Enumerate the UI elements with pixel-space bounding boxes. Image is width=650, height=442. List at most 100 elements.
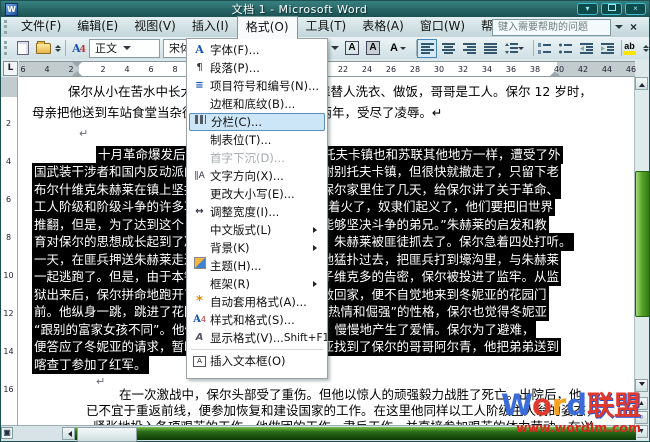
scroll-left-button[interactable]: [62, 427, 75, 440]
ruler-number: 4: [41, 65, 53, 74]
help-search-input[interactable]: 键入需要帮助的问题: [492, 19, 611, 36]
ruler-number: 8: [169, 65, 181, 74]
first-line-indent-marker[interactable]: [72, 62, 82, 67]
format-menu-item[interactable]: 主题(H)...: [189, 257, 325, 275]
chevron-down-icon: [400, 47, 406, 53]
arrow-left-icon: [65, 431, 72, 437]
ruler-number: 34: [481, 65, 493, 74]
toolbar-overflow-button[interactable]: [641, 39, 650, 58]
previous-page-button[interactable]: ▲: [635, 397, 648, 410]
align-right-button[interactable]: [459, 39, 479, 58]
menu-bar-item[interactable]: 插入(I): [184, 16, 237, 36]
format-menu: 字体(F)... 段落(P)... 项目符号和编号(N)... 边框和底纹(: [186, 38, 328, 379]
ruler-number: 26: [385, 65, 397, 74]
view-mode-button[interactable]: ▭: [1, 427, 13, 439]
align-center-button[interactable]: [438, 39, 458, 58]
decrease-indent-button[interactable]: [576, 39, 596, 58]
distribute-button[interactable]: [480, 39, 500, 58]
styles-and-formatting-button[interactable]: A4: [69, 39, 89, 58]
format-menu-item[interactable]: 字体(F)...: [189, 41, 325, 59]
theme-icon: [189, 257, 210, 275]
align-left-icon: [421, 43, 434, 54]
format-menu-item[interactable]: 文字方向(X)...: [189, 167, 325, 185]
highlight-icon: ab: [623, 42, 636, 55]
textbox-icon: [189, 353, 210, 369]
format-menu-item[interactable]: 制表位(T)...: [189, 131, 325, 149]
scroll-up-button[interactable]: [635, 77, 648, 90]
format-menu-item[interactable]: 项目符号和编号(N)...: [189, 77, 325, 95]
format-menu-item[interactable]: 样式和格式(S)...: [189, 311, 325, 329]
character-shading-button[interactable]: A: [363, 39, 383, 58]
autoformat-icon: [189, 294, 210, 311]
toolbar-overflow-button[interactable]: [53, 39, 62, 58]
document-text-line: ↵: [96, 373, 105, 391]
format-menu-item[interactable]: 分栏(C)...: [189, 113, 325, 131]
font-size-dropdown[interactable]: [329, 40, 340, 57]
right-indent-marker[interactable]: [550, 71, 560, 76]
menu-bar-item[interactable]: 文件(F): [13, 16, 69, 36]
restore-button[interactable]: [601, 3, 622, 15]
submenu-arrow-icon: [313, 227, 320, 233]
vertical-scroll-thumb[interactable]: [635, 171, 650, 317]
toolbar-grip[interactable]: [4, 41, 10, 55]
format-menu-item[interactable]: 背景(K): [189, 239, 325, 257]
character-scale-button[interactable]: A: [384, 39, 410, 58]
style-combobox[interactable]: 正文: [89, 39, 160, 58]
reveal-icon: [189, 330, 210, 346]
help-dropdown-icon[interactable]: [615, 25, 623, 33]
new-document-button[interactable]: [13, 39, 33, 58]
format-menu-item[interactable]: 显示格式(V)... Shift+F1: [189, 329, 325, 347]
menu-bar-item[interactable]: 视图(V): [126, 16, 184, 36]
menubar-grip[interactable]: [4, 20, 10, 34]
align-left-button[interactable]: [417, 39, 437, 58]
line-spacing-icon: [505, 43, 518, 54]
format-menu-item[interactable]: 边框和底纹(B)...: [189, 95, 325, 113]
document-text-line: 喀查丁参加了红军。: [32, 356, 149, 374]
chevron-down-icon: [643, 49, 649, 55]
menu-bar-item[interactable]: 格式(O): [237, 16, 298, 39]
scroll-down-button[interactable]: [635, 379, 648, 392]
minimize-button[interactable]: ▾: [577, 3, 598, 15]
decrease-indent-icon: [580, 43, 593, 54]
ruler-number: 28: [409, 65, 421, 74]
close-button[interactable]: ×: [625, 3, 646, 15]
ruler-number: 4: [1, 157, 16, 166]
chevron-down-icon: [331, 46, 339, 54]
menu-bar-item[interactable]: 编辑(E): [69, 16, 126, 36]
hanging-indent-marker[interactable]: [72, 71, 82, 76]
open-button[interactable]: [33, 39, 53, 58]
horizontal-scroll-thumb[interactable]: [77, 427, 137, 442]
format-menu-item[interactable]: 首字下沉(D)...: [189, 149, 325, 167]
bullets-button[interactable]: [555, 39, 575, 58]
increase-indent-button[interactable]: [597, 39, 617, 58]
ruler-number: 6: [17, 65, 29, 74]
horizontal-scroll-track[interactable]: [62, 427, 636, 440]
bottom-bar: ≡▤▣▥▭: [1, 425, 637, 441]
highlight-button[interactable]: ab: [621, 39, 638, 58]
format-menu-item[interactable]: 调整宽度(I)...: [189, 203, 325, 221]
ruler-number: 2: [1, 119, 16, 128]
format-menu-item[interactable]: 自动套用格式(A)...: [189, 293, 325, 311]
format-menu-item[interactable]: 框架(R): [189, 275, 325, 293]
select-browse-object-button[interactable]: ○: [635, 411, 648, 424]
format-menu-item[interactable]: 插入文本框(O): [189, 352, 325, 370]
document-text-line: 十月革命爆发后，位于乌克兰的小城谢别托夫卡镇也和苏联其他地方一样，遭受了外: [96, 146, 563, 164]
chevron-down-icon: [518, 47, 524, 53]
document-text-line: ↵: [79, 125, 88, 143]
menu-bar-item[interactable]: 表格(A): [354, 16, 412, 36]
menubar-close-icon[interactable]: ×: [624, 18, 643, 36]
format-menu-item[interactable]: 段落(P)...: [189, 59, 325, 77]
restore-icon: [608, 4, 616, 11]
paragraph-icon: [189, 60, 210, 76]
character-border-button[interactable]: A: [342, 39, 362, 58]
vertical-scrollbar[interactable]: ▲ ○ ▼: [634, 77, 649, 441]
line-spacing-button[interactable]: [501, 39, 527, 58]
tab-selector-button[interactable]: L: [3, 61, 18, 76]
ruler-number: 36: [505, 65, 517, 74]
format-menu-item[interactable]: 中文版式(L): [189, 221, 325, 239]
menu-bar-item[interactable]: 窗口(W): [412, 16, 473, 36]
ruler-number: 14: [1, 347, 16, 356]
numbering-button[interactable]: [534, 39, 554, 58]
format-menu-item[interactable]: 更改大小写(E)...: [189, 185, 325, 203]
menu-bar-item[interactable]: 工具(T): [298, 16, 355, 36]
